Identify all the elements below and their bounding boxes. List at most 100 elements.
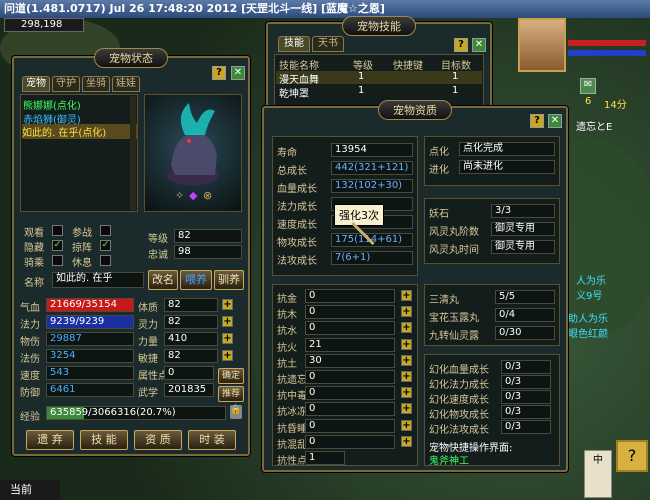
resist-label: 抗木 bbox=[277, 310, 297, 322]
stat-label: 法伤 bbox=[20, 354, 40, 365]
svg-text:⊗: ⊗ bbox=[203, 189, 212, 202]
channel-bar[interactable]: 中 bbox=[584, 450, 612, 498]
huanhua-label: 幻化血量成长 bbox=[429, 365, 489, 376]
skills-button[interactable]: 技 能 bbox=[80, 430, 128, 450]
list-scrollbar[interactable] bbox=[130, 96, 136, 210]
huanhua-label: 幻化法攻成长 bbox=[429, 425, 489, 436]
growth-value: 442(321+121) bbox=[331, 161, 413, 175]
help-icon[interactable]: ? bbox=[530, 114, 544, 128]
mp-bar bbox=[568, 50, 646, 56]
stat-value: 29887 bbox=[46, 332, 134, 346]
resist-value: 30 bbox=[305, 353, 395, 368]
tab-doll[interactable]: 娃娃 bbox=[112, 76, 140, 92]
table-row[interactable]: 漫天血舞 1 1 bbox=[276, 71, 482, 86]
growth-label: 法攻成长 bbox=[277, 256, 317, 267]
window-title: 问道(1.481.0717) Jul 26 17:48:20 2012 [天罡北… bbox=[0, 0, 650, 18]
pet-list-item[interactable]: 如此的. 在乎(点化) bbox=[22, 124, 138, 139]
add-resist-button[interactable]: + bbox=[401, 290, 412, 301]
mode-assist-checkbox[interactable]: ✓ bbox=[100, 240, 111, 251]
growth-label: 总成长 bbox=[277, 166, 307, 177]
mode-fight-label: 参战 bbox=[72, 228, 92, 239]
stat-label: 速度 bbox=[20, 371, 40, 382]
svg-text:◆: ◆ bbox=[189, 189, 198, 202]
add-resist-button[interactable]: + bbox=[401, 419, 412, 431]
pet-state-panel: 宠物状态 ? ✕ 宠物 守护 坐骑 娃娃 熊娜娜(点化) 赤焰狮(御灵) 如此的… bbox=[12, 48, 250, 456]
table-row[interactable]: 乾坤罩 1 1 bbox=[276, 85, 482, 100]
add-resist-button[interactable]: + bbox=[401, 403, 412, 415]
exp-bar: 635859/3066316(20.7%) bbox=[46, 406, 226, 420]
badge-count: 6 bbox=[585, 96, 592, 107]
stat-label: 物伤 bbox=[20, 337, 40, 348]
add-resist-button[interactable]: + bbox=[401, 338, 412, 350]
pet-aptitude-panel: 宠物资质 ? ✕ 寿命 13954 总成长 442(321+121) 血量成长 132(1… bbox=[262, 100, 568, 472]
side-text-3: 义9号 bbox=[576, 291, 603, 302]
add-point-button[interactable]: + bbox=[222, 350, 233, 361]
mode-watch-checkbox[interactable] bbox=[52, 225, 63, 236]
fashion-button[interactable]: 时 装 bbox=[188, 430, 236, 450]
lock-icon[interactable]: 🔒 bbox=[230, 405, 242, 419]
add-resist-button[interactable]: + bbox=[401, 354, 412, 366]
loyalty-value: 98 bbox=[174, 245, 242, 259]
mail-icon[interactable]: ✉ bbox=[580, 78, 596, 94]
tab-mount[interactable]: 坐骑 bbox=[82, 76, 110, 92]
stat-value: 3254 bbox=[46, 349, 134, 363]
tame-button[interactable]: 驯养 bbox=[214, 270, 244, 290]
evolve-value: 尚未进化 bbox=[459, 160, 555, 174]
evolve-box: 点化 点化完成 进化 尚未进化 bbox=[424, 136, 560, 186]
close-icon[interactable]: ✕ bbox=[472, 38, 486, 52]
add-resist-button[interactable]: + bbox=[401, 371, 412, 382]
huanhua-value: 0/3 bbox=[501, 405, 551, 419]
aptitude-button[interactable]: 资 质 bbox=[134, 430, 182, 450]
minimap-button[interactable]: ? bbox=[616, 440, 648, 472]
mode-assist-label: 掠阵 bbox=[72, 243, 92, 254]
strengthen-tooltip: 强化3次 bbox=[334, 204, 384, 226]
huanhua-box: 幻化血量成长 0/3 幻化法力成长 0/3 幻化速度成长 0/3 幻化物攻成长 0/3 幻化法攻… bbox=[424, 354, 560, 467]
col-header-hotkey: 快捷键 bbox=[393, 61, 423, 72]
shortcut-link[interactable]: 鬼斧神工 bbox=[429, 452, 469, 467]
add-point-button[interactable]: + bbox=[222, 333, 233, 344]
add-resist-button[interactable]: + bbox=[401, 435, 412, 447]
rename-button[interactable]: 改名 bbox=[148, 270, 178, 290]
abandon-button[interactable]: 遗 弃 bbox=[26, 430, 74, 450]
mode-fight-checkbox[interactable] bbox=[100, 225, 111, 236]
tab-skills[interactable]: 技能 bbox=[278, 36, 310, 52]
mode-ride-checkbox[interactable] bbox=[52, 255, 63, 266]
resist-label: 抗性点 bbox=[277, 456, 307, 467]
resist-box: 抗金 0 + 抗木 0 + 抗水 0 + 抗火 21 + 抗土 30 + 抗遗忘 0 + 抗中毒 0 + 抗冰冻 0 + 抗昏睡… bbox=[272, 284, 418, 467]
resist-label: 抗水 bbox=[277, 326, 297, 338]
col-header-name: 技能名称 bbox=[279, 61, 319, 72]
tab-heavenbook[interactable]: 天书 bbox=[312, 36, 344, 52]
huanhua-label: 幻化法力成长 bbox=[429, 380, 489, 391]
add-resist-button[interactable]: + bbox=[401, 322, 412, 334]
player-portrait[interactable] bbox=[518, 18, 566, 72]
huanhua-value: 0/3 bbox=[501, 375, 551, 389]
add-point-button[interactable]: + bbox=[222, 316, 233, 327]
huanhua-value: 0/3 bbox=[501, 390, 551, 404]
stat-value: 543 bbox=[46, 366, 134, 380]
skill-level: 1 bbox=[358, 85, 365, 96]
growth-value: 13954 bbox=[331, 143, 413, 157]
recommend-button[interactable]: 推荐 bbox=[218, 386, 244, 402]
add-resist-button[interactable]: + bbox=[401, 306, 412, 318]
tab-guard[interactable]: 守护 bbox=[52, 76, 80, 92]
close-icon[interactable]: ✕ bbox=[548, 114, 562, 128]
svg-text:✧: ✧ bbox=[175, 189, 184, 202]
stone-value: 3/3 bbox=[491, 204, 555, 218]
help-icon[interactable]: ? bbox=[454, 38, 468, 52]
add-resist-button[interactable]: + bbox=[401, 387, 412, 399]
add-point-button[interactable]: + bbox=[222, 299, 233, 310]
mode-rest-label: 休息 bbox=[72, 258, 92, 269]
stone-box: 妖石 3/3 风灵丸阶数 御灵专用 风灵丸时间 御灵专用 bbox=[424, 198, 560, 264]
huanhua-label: 幻化物攻成长 bbox=[429, 410, 489, 421]
feed-button[interactable]: 喂养 bbox=[180, 270, 212, 290]
mode-rest-checkbox[interactable] bbox=[100, 255, 111, 266]
stat-value: 82 bbox=[164, 349, 218, 363]
pet-list-item[interactable]: 熊娜娜(点化) bbox=[23, 97, 81, 112]
confirm-button[interactable]: 确定 bbox=[218, 368, 244, 384]
tab-pet[interactable]: 宠物 bbox=[22, 76, 50, 92]
mode-hide-checkbox[interactable]: ✓ bbox=[52, 240, 63, 251]
resist-label: 抗混乱 bbox=[277, 439, 307, 451]
stat-value: 21669/35154 bbox=[46, 298, 134, 312]
mode-ride-label: 骑乘 bbox=[24, 258, 44, 269]
hp-bar bbox=[568, 40, 646, 46]
